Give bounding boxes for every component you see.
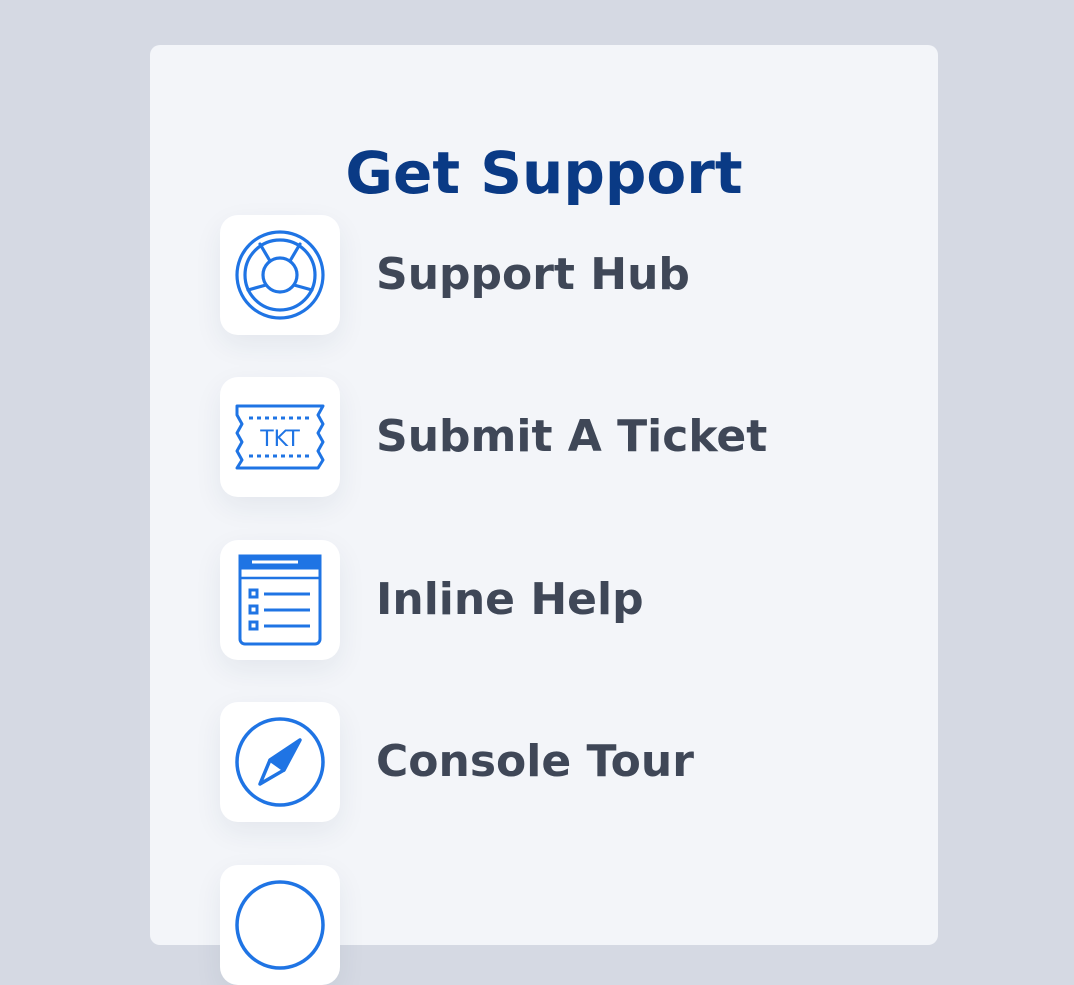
inline-help-label: Inline Help <box>376 574 644 625</box>
page-title: Get Support <box>345 139 743 207</box>
inline-help-icon-tile <box>220 540 340 660</box>
help-window-icon <box>238 554 322 646</box>
menu-item-partial[interactable] <box>220 865 860 985</box>
lifebuoy-icon <box>235 230 325 320</box>
support-hub-icon-tile <box>220 215 340 335</box>
menu-item-support-hub[interactable]: Support Hub <box>220 215 860 335</box>
console-tour-icon-tile <box>220 702 340 822</box>
submit-ticket-label: Submit A Ticket <box>376 411 768 462</box>
menu-item-console-tour[interactable]: Console Tour <box>220 702 860 822</box>
support-panel: Get Support Support Hub TKT Submit A Tic… <box>150 45 938 985</box>
ticket-icon: TKT <box>235 404 325 470</box>
compass-icon <box>235 717 325 807</box>
menu-item-inline-help[interactable]: Inline Help <box>220 540 860 660</box>
submit-ticket-icon-tile: TKT <box>220 377 340 497</box>
console-tour-label: Console Tour <box>376 736 694 787</box>
circle-icon <box>235 880 325 970</box>
partial-item-icon-tile <box>220 865 340 985</box>
ticket-icon-text: TKT <box>259 427 300 452</box>
support-hub-label: Support Hub <box>376 249 690 300</box>
menu-item-submit-ticket[interactable]: TKT Submit A Ticket <box>220 377 860 497</box>
